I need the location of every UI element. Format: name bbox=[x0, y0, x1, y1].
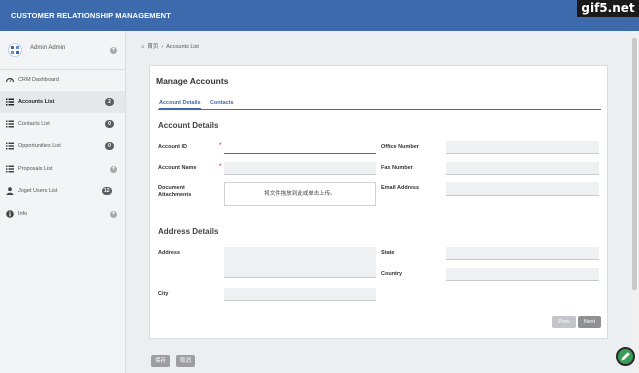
address-textarea[interactable] bbox=[224, 247, 376, 278]
prev-button[interactable]: Prev bbox=[552, 316, 576, 328]
user-icon bbox=[6, 187, 14, 195]
list-icon bbox=[6, 165, 14, 173]
section-address-details: Address Details bbox=[158, 227, 219, 236]
tab-account-details[interactable]: Account Details bbox=[159, 100, 201, 110]
email-address-label: Email Address bbox=[381, 185, 420, 191]
user-avatar-icon bbox=[8, 43, 22, 57]
country-label: Country bbox=[381, 271, 403, 277]
sidebar: Admin Admin + CRM Dashboard Accounts Lis… bbox=[0, 31, 126, 373]
required-mark: * bbox=[219, 164, 222, 170]
count-badge: 0 bbox=[105, 120, 114, 128]
office-number-field[interactable] bbox=[446, 141, 599, 154]
form-tabs: Account Details Contacts bbox=[158, 98, 601, 110]
edit-fab-button[interactable] bbox=[616, 347, 635, 366]
user-expand-icon[interactable]: + bbox=[110, 47, 117, 54]
account-name-label: Account Name bbox=[158, 165, 197, 171]
list-icon bbox=[6, 142, 14, 150]
fax-number-field[interactable] bbox=[446, 162, 599, 175]
expand-icon[interactable]: + bbox=[110, 211, 117, 218]
list-icon bbox=[6, 120, 14, 128]
breadcrumb-current: Accounts List bbox=[166, 44, 199, 50]
watermark: gif5.net bbox=[577, 0, 639, 17]
sidebar-item-proposals-list[interactable]: Proposals List + bbox=[0, 158, 125, 180]
next-button[interactable]: Next bbox=[578, 316, 601, 328]
info-icon bbox=[6, 210, 14, 218]
account-id-field[interactable] bbox=[224, 141, 376, 154]
dashboard-icon bbox=[6, 77, 14, 83]
expand-icon[interactable]: + bbox=[110, 166, 117, 173]
account-id-label: Account ID bbox=[158, 144, 188, 150]
user-panel[interactable]: Admin Admin + bbox=[0, 31, 126, 69]
sidebar-item-info[interactable]: Info + bbox=[0, 203, 125, 225]
list-icon bbox=[6, 98, 14, 106]
scrollbar-thumb[interactable] bbox=[632, 38, 637, 290]
sidebar-item-label: Proposals List bbox=[18, 166, 53, 172]
count-badge: 12 bbox=[102, 187, 112, 195]
form-title: Manage Accounts bbox=[156, 76, 229, 86]
state-field[interactable] bbox=[446, 247, 599, 260]
count-badge: 2 bbox=[105, 98, 114, 106]
header-bar: CUSTOMER RELATIONSHIP MANAGEMENT bbox=[0, 0, 639, 31]
breadcrumb-separator: › bbox=[161, 44, 164, 50]
fax-number-label: Fax Number bbox=[381, 165, 413, 171]
city-label: City bbox=[158, 291, 169, 297]
city-field[interactable] bbox=[224, 288, 376, 301]
sidebar-item-crm-dashboard[interactable]: CRM Dashboard bbox=[0, 69, 125, 91]
home-icon[interactable]: ⌂ bbox=[141, 44, 144, 50]
country-field[interactable] bbox=[446, 268, 599, 281]
app-title: CUSTOMER RELATIONSHIP MANAGEMENT bbox=[11, 11, 171, 20]
breadcrumb: ⌂ 首页 › Accounts List bbox=[141, 42, 202, 50]
email-address-field[interactable] bbox=[446, 182, 599, 196]
address-label: Address bbox=[158, 250, 181, 256]
account-name-field[interactable] bbox=[224, 162, 376, 175]
section-account-details: Account Details bbox=[158, 121, 219, 130]
pencil-icon bbox=[621, 352, 630, 361]
breadcrumb-home[interactable]: 首页 bbox=[147, 44, 158, 50]
sidebar-item-joget-users-list[interactable]: Joget Users List 12 bbox=[0, 180, 125, 202]
state-label: State bbox=[381, 250, 395, 256]
sidebar-item-label: Contacts List bbox=[18, 121, 50, 127]
office-number-label: Office Number bbox=[381, 144, 419, 150]
sidebar-item-label: Accounts List bbox=[18, 99, 55, 105]
save-button[interactable]: 保存 bbox=[151, 355, 171, 367]
file-dropzone[interactable]: 将文件拖放到此或单击上传。 bbox=[224, 182, 376, 206]
count-badge: 0 bbox=[105, 142, 114, 150]
document-attachments-label: Document Attachments bbox=[158, 185, 192, 198]
sidebar-item-label: Joget Users List bbox=[18, 188, 58, 194]
sidebar-item-label: Info bbox=[18, 211, 28, 217]
user-name: Admin Admin bbox=[30, 45, 66, 51]
sidebar-item-label: CRM Dashboard bbox=[18, 77, 59, 83]
sidebar-item-contacts-list[interactable]: Contacts List 0 bbox=[0, 113, 125, 135]
manage-accounts-form: Manage Accounts Account Details Contacts… bbox=[149, 65, 608, 339]
sidebar-item-label: Opportunities List bbox=[18, 143, 61, 149]
cancel-button[interactable]: 取消 bbox=[176, 355, 196, 367]
sidebar-item-opportunities-list[interactable]: Opportunities List 0 bbox=[0, 135, 125, 157]
sidebar-item-accounts-list[interactable]: Accounts List 2 bbox=[0, 91, 125, 113]
tab-contacts[interactable]: Contacts bbox=[210, 100, 234, 106]
required-mark: * bbox=[219, 143, 222, 149]
